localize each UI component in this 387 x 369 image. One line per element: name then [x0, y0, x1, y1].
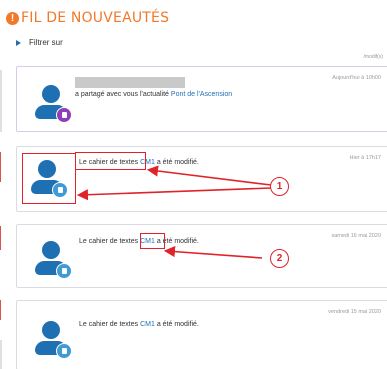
avatar	[35, 241, 75, 281]
notebook-icon	[56, 263, 72, 279]
item-text: a partagé avec vous l'actualité Pont de …	[75, 91, 232, 98]
item-text-prefix: Le cahier de textes	[79, 238, 141, 245]
feed-item[interactable]: Aujourd'hui à 10h00 a partagé avec vous …	[16, 66, 387, 132]
filter-label: Filtrer sur	[29, 38, 63, 47]
callout-2: 2	[270, 249, 289, 268]
highlight-box-text	[75, 152, 146, 170]
page-title: FIL DE NOUVEAUTÉS	[21, 10, 170, 26]
feed-item[interactable]: samedi 16 mai 2020 Le cahier de textes C…	[16, 224, 387, 288]
redacted-author-name	[75, 77, 185, 88]
notebook-icon	[56, 343, 72, 359]
avatar-head	[42, 241, 60, 259]
item-date: Hier à 17h17	[349, 155, 382, 161]
modif-count-label: /modif(s)	[363, 54, 383, 60]
highlight-box-avatar	[22, 153, 76, 204]
item-text-prefix: a partagé avec vous l'actualité	[75, 91, 171, 98]
feed-item[interactable]: vendredi 15 mai 2020 Le cahier de textes…	[16, 300, 387, 369]
avatar	[35, 85, 75, 125]
avatar-head	[42, 85, 60, 103]
filter-toggle[interactable]: Filtrer sur	[16, 38, 63, 47]
item-text-suffix: a été modifié.	[154, 321, 199, 328]
item-link[interactable]: CM1	[140, 321, 155, 328]
item-date: Aujourd'hui à 10h00	[332, 75, 381, 81]
page: ! FIL DE NOUVEAUTÉS Filtrer sur /modif(s…	[0, 0, 387, 369]
avatar-head	[42, 321, 60, 339]
item-text: Le cahier de textes CM1 a été modifié.	[79, 238, 199, 245]
calendar-icon	[56, 107, 72, 123]
callout-1: 1	[270, 177, 289, 196]
item-text: Le cahier de textes CM1 a été modifié.	[79, 321, 199, 328]
item-date: samedi 16 mai 2020	[331, 233, 381, 239]
feed-header: ! FIL DE NOUVEAUTÉS	[6, 10, 169, 26]
highlight-box-link	[140, 233, 165, 249]
item-date: vendredi 15 mai 2020	[328, 309, 381, 315]
badge-glyph	[61, 348, 67, 354]
badge-glyph	[61, 112, 67, 118]
alert-icon: !	[6, 11, 19, 25]
item-text-prefix: Le cahier de textes	[79, 321, 141, 328]
left-divider	[0, 70, 2, 132]
avatar	[35, 321, 75, 361]
caret-right-icon	[16, 39, 21, 46]
badge-glyph	[61, 268, 67, 274]
left-divider	[0, 152, 1, 182]
left-divider	[0, 226, 1, 250]
left-divider	[0, 300, 1, 320]
item-text-suffix: a été modifié.	[154, 159, 199, 166]
left-divider	[0, 340, 2, 369]
item-link[interactable]: Pont de l'Ascension	[171, 91, 232, 98]
